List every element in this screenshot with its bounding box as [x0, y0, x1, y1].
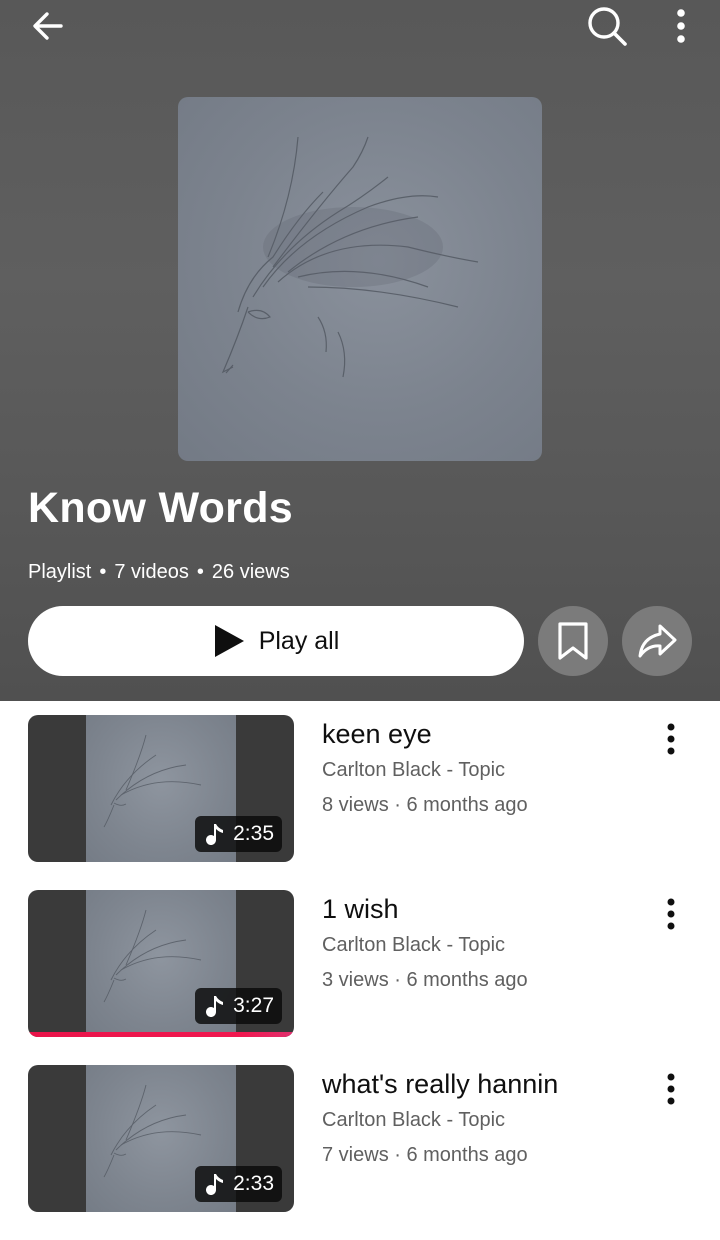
- play-all-button[interactable]: Play all: [28, 606, 524, 676]
- save-playlist-button[interactable]: [538, 606, 608, 676]
- duration-badge: 3:27: [195, 988, 282, 1024]
- more-vert-icon: [667, 1073, 675, 1105]
- video-title[interactable]: what's really hannin: [322, 1069, 652, 1100]
- search-icon: [588, 7, 627, 46]
- sketch-portrait-icon: [221, 136, 479, 378]
- video-thumbnail[interactable]: 2:35: [28, 715, 294, 862]
- duration-badge: 2:33: [195, 1166, 282, 1202]
- back-button[interactable]: [22, 4, 74, 48]
- video-list-item[interactable]: 3:27 1 wish Carlton Black - Topic 3 view…: [0, 890, 720, 1040]
- music-note-icon: [205, 822, 225, 846]
- playlist-views: 26 views: [211, 561, 290, 583]
- video-stats: 8 views · 6 months ago: [322, 794, 528, 816]
- playlist-header: Know Words Playlist • 7 videos • 26 view…: [0, 0, 720, 701]
- play-icon: [214, 625, 244, 657]
- share-playlist-button[interactable]: [622, 606, 692, 676]
- video-title[interactable]: keen eye: [322, 719, 652, 750]
- music-note-icon: [205, 1172, 225, 1196]
- playlist-video-count: 7 videos: [114, 561, 189, 583]
- share-arrow-icon: [638, 624, 677, 658]
- duration-text: 2:33: [233, 1172, 274, 1195]
- video-stats: 3 views · 6 months ago: [322, 969, 528, 991]
- more-vert-icon: [667, 898, 675, 930]
- video-more-button[interactable]: [652, 1067, 690, 1111]
- music-note-icon: [205, 994, 225, 1018]
- video-thumbnail[interactable]: 3:27: [28, 890, 294, 1037]
- video-stats: 7 views · 6 months ago: [322, 1144, 528, 1166]
- video-list-item[interactable]: 2:35 keen eye Carlton Black - Topic 8 vi…: [0, 715, 720, 865]
- more-options-button[interactable]: [660, 4, 702, 48]
- bookmark-icon: [558, 622, 588, 660]
- video-title[interactable]: 1 wish: [322, 894, 652, 925]
- video-thumbnail[interactable]: 2:33: [28, 1065, 294, 1212]
- duration-text: 2:35: [233, 822, 274, 845]
- video-channel: Carlton Black - Topic: [322, 759, 506, 781]
- more-vert-icon: [667, 723, 675, 755]
- more-vert-icon: [677, 9, 685, 43]
- meta-separator: •: [99, 561, 107, 583]
- play-all-label: Play all: [258, 626, 340, 655]
- video-more-button[interactable]: [652, 717, 690, 761]
- top-app-bar: [0, 0, 720, 56]
- playlist-title: Know Words: [28, 484, 293, 532]
- playlist-cover-art[interactable]: [178, 97, 542, 461]
- meta-separator: •: [196, 561, 204, 583]
- duration-text: 3:27: [233, 994, 274, 1017]
- duration-badge: 2:35: [195, 816, 282, 852]
- playlist-meta: Playlist • 7 videos • 26 views: [28, 561, 290, 584]
- playlist-type: Playlist: [28, 561, 92, 583]
- watch-progress-bar: [28, 1032, 294, 1037]
- video-channel: Carlton Black - Topic: [322, 1109, 506, 1131]
- video-list-item[interactable]: 2:33 what's really hannin Carlton Black …: [0, 1065, 720, 1215]
- video-channel: Carlton Black - Topic: [322, 934, 506, 956]
- arrow-left-icon: [33, 12, 63, 40]
- video-more-button[interactable]: [652, 892, 690, 936]
- search-button[interactable]: [582, 2, 632, 50]
